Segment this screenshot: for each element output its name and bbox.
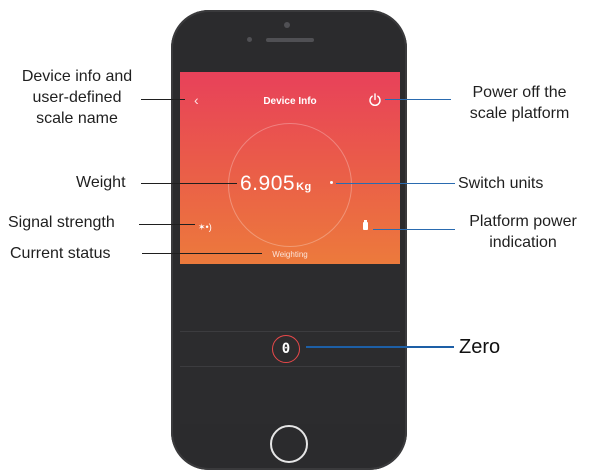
callout-power-off-line [385, 99, 451, 100]
callout-status-line [142, 253, 262, 254]
callout-device-info-line [141, 99, 185, 100]
callout-platform-power-line2: indication [489, 234, 557, 251]
weight-display: 6.905Kg [240, 172, 312, 196]
callout-zero: Zero [459, 336, 501, 358]
callout-power-off: Power off the scale platform [452, 82, 587, 124]
switch-units-dot[interactable] [330, 181, 333, 184]
callout-platform-power-line1: Platform power [469, 213, 577, 230]
callout-weight-line [141, 183, 237, 184]
callout-device-info-line3: scale name [36, 110, 118, 127]
status-text: Weighting [272, 250, 308, 259]
weight-unit[interactable]: Kg [296, 181, 312, 193]
battery-icon [363, 220, 368, 230]
callout-device-info-line2: user-defined [32, 89, 122, 106]
callout-device-info-line1: Device info and [21, 68, 133, 85]
power-icon[interactable] [368, 93, 382, 107]
callout-device-info: Device info and user-defined scale name [12, 66, 142, 129]
callout-weight: Weight [76, 174, 126, 191]
divider [180, 366, 400, 367]
camera-icon [284, 22, 290, 28]
home-button-icon[interactable] [270, 425, 308, 463]
callout-platform-power-line [373, 229, 455, 230]
speaker-grille [266, 38, 314, 42]
callout-switch-units-line [336, 183, 455, 184]
zero-button[interactable]: 0 [272, 335, 300, 363]
callout-signal-line [139, 224, 195, 225]
callout-platform-power: Platform power indication [458, 211, 588, 253]
back-chevron-icon[interactable]: ‹ [194, 92, 199, 108]
bluetooth-signal-icon: ✶•) [198, 222, 212, 232]
callout-switch-units: Switch units [458, 175, 544, 192]
callout-status: Current status [10, 245, 111, 262]
callout-signal: Signal strength [8, 214, 115, 231]
sensor-icon [247, 37, 252, 42]
divider [180, 331, 400, 332]
device-info-title[interactable]: Device Info [245, 96, 335, 107]
callout-power-off-line1: Power off the [472, 84, 567, 101]
callout-zero-line [306, 346, 454, 348]
callout-power-off-line2: scale platform [469, 105, 570, 122]
weight-value: 6.905 [240, 172, 296, 195]
